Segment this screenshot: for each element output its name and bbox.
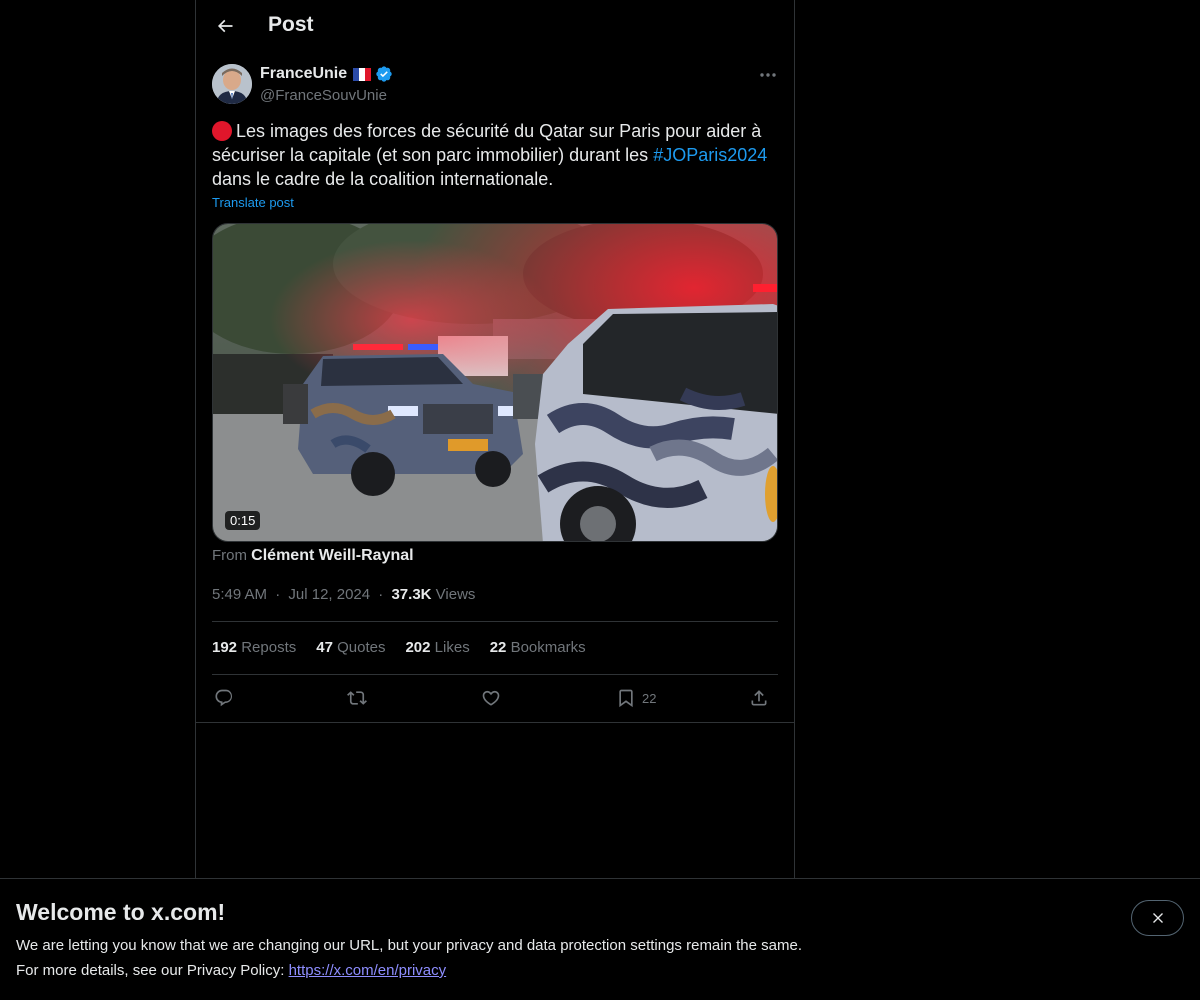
divider (212, 674, 778, 675)
post-stats: 192 Reposts 47 Quotes 202 Likes 22 Bookm… (212, 639, 586, 656)
repost-button[interactable] (347, 685, 367, 711)
bookmark-icon (619, 689, 633, 708)
stat-quotes-count: 47 (316, 639, 333, 656)
french-flag-icon (353, 67, 372, 81)
stat-likes[interactable]: 202 Likes (405, 639, 469, 656)
author-handle[interactable]: @FranceSouvUnie (260, 87, 387, 104)
divider (212, 621, 778, 622)
stat-reposts[interactable]: 192 Reposts (212, 639, 296, 656)
welcome-banner: Welcome to x.com! We are letting you kno… (0, 878, 1200, 1000)
stat-bookmarks-count: 22 (489, 639, 507, 656)
reply-icon (215, 689, 233, 707)
banner-message: We are letting you know that we are chan… (16, 937, 802, 954)
post-text-part2: dans le cadre de la coalition internatio… (212, 169, 554, 189)
like-button[interactable] (481, 685, 501, 711)
post-header: Post (196, 0, 794, 53)
red-circle-emoji-icon (212, 121, 232, 141)
stat-reposts-label: Reposts (241, 639, 297, 656)
banner-privacy-prefix: For more details, see our Privacy Policy… (16, 962, 289, 979)
views-label: Views (435, 586, 476, 603)
divider (196, 722, 794, 723)
page-title: Post (268, 13, 314, 36)
avatar-image (212, 64, 252, 104)
from-label: From (212, 547, 247, 564)
video-player[interactable]: 0:15 (212, 223, 778, 542)
stat-quotes[interactable]: 47 Quotes (316, 639, 385, 656)
stat-quotes-label: Quotes (337, 639, 386, 656)
from-source-link[interactable]: Clément Weill-Raynal (251, 547, 413, 564)
avatar[interactable] (212, 64, 252, 104)
video-duration: 0:15 (225, 511, 261, 530)
heart-icon (482, 690, 500, 706)
more-icon (760, 73, 776, 77)
post-date[interactable]: Jul 12, 2024 (288, 586, 370, 603)
meta-dot: · (275, 586, 281, 603)
stat-reposts-count: 192 (212, 639, 238, 656)
translate-post-link[interactable]: Translate post (212, 195, 294, 210)
reply-button[interactable] (214, 685, 234, 711)
views-count: 37.3K (391, 586, 432, 603)
bookmark-count: 22 (642, 690, 657, 706)
close-icon (1152, 913, 1163, 923)
action-bar: 22 (212, 685, 778, 711)
stat-likes-label: Likes (434, 639, 470, 656)
repost-icon (347, 691, 367, 705)
back-button[interactable] (208, 9, 242, 43)
stat-bookmarks[interactable]: 22 Bookmarks (490, 639, 586, 656)
stat-bookmarks-label: Bookmarks (510, 639, 586, 656)
author-name-text: FranceUnie (260, 65, 348, 82)
more-options-button[interactable] (756, 64, 780, 86)
meta-dot-2: · (378, 586, 384, 603)
post-time[interactable]: 5:49 AM (212, 586, 267, 603)
share-button[interactable] (749, 685, 769, 711)
share-icon (751, 690, 767, 706)
bookmark-button[interactable]: 22 (616, 685, 656, 711)
post-column: Post FranceUnie @FranceSouvUnie Les imag… (195, 0, 795, 880)
arrow-left-icon (217, 19, 233, 33)
privacy-policy-link[interactable]: https://x.com/en/privacy (289, 962, 447, 979)
hashtag-link[interactable]: #JOParis2024 (653, 145, 767, 165)
stat-likes-count: 202 (405, 639, 431, 656)
post-meta: 5:49 AM · Jul 12, 2024 · 37.3K Views (212, 586, 475, 603)
post-text: Les images des forces de sécurité du Qat… (212, 119, 778, 191)
verified-badge-icon (376, 66, 392, 82)
author-name[interactable]: FranceUnie (260, 65, 393, 83)
banner-privacy-line: For more details, see our Privacy Policy… (16, 962, 446, 979)
video-thumbnail (213, 224, 777, 541)
from-attribution: From Clément Weill-Raynal (212, 547, 414, 565)
banner-close-button[interactable] (1131, 900, 1184, 936)
banner-title: Welcome to x.com! (16, 899, 226, 925)
